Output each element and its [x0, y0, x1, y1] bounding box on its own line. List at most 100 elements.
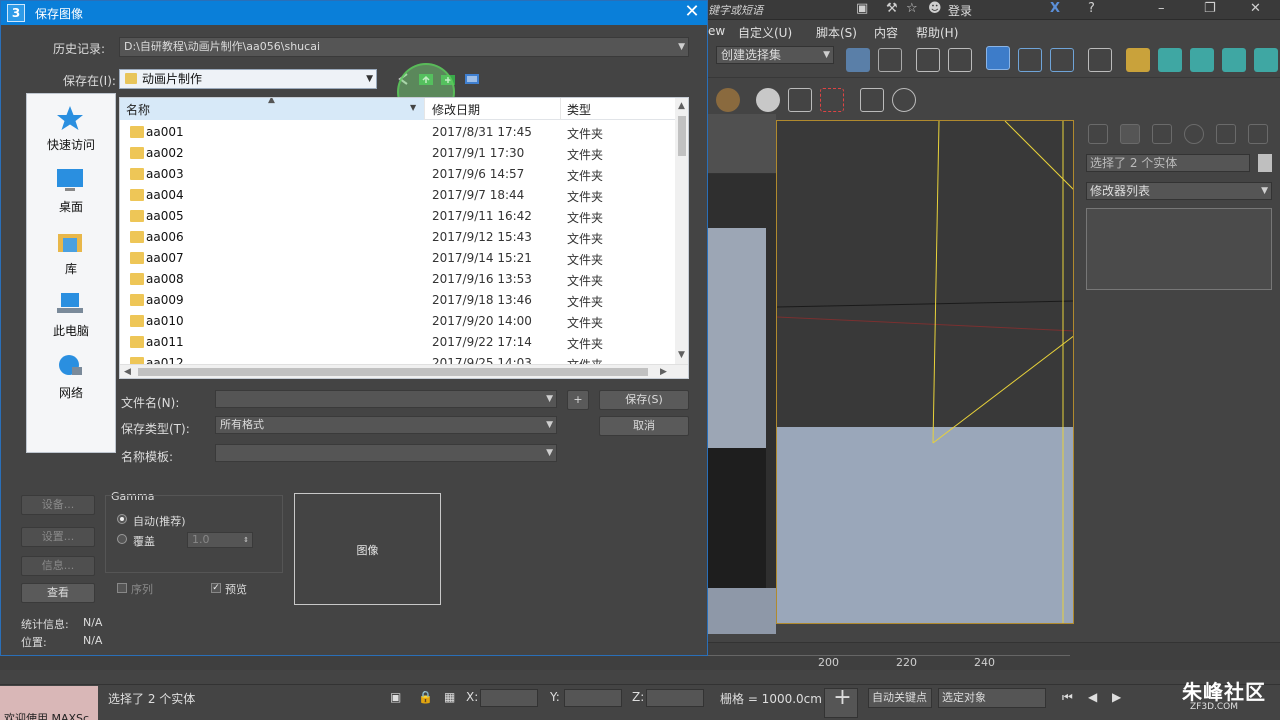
- template-dropdown[interactable]: ▼: [215, 444, 557, 462]
- file-row[interactable]: aa004 2017/9/7 18:44 文件夹: [120, 185, 675, 206]
- file-row[interactable]: aa008 2017/9/16 13:53 文件夹: [120, 269, 675, 290]
- save-in-dropdown[interactable]: 动画片制作 ▼: [119, 69, 377, 89]
- settings-button[interactable]: 设置...: [21, 527, 95, 547]
- info-button[interactable]: 信息...: [21, 556, 95, 576]
- binoculars-icon[interactable]: ▣: [856, 1, 868, 16]
- menu-item-content[interactable]: 内容: [874, 24, 898, 41]
- scroll-left-icon[interactable]: ◀: [124, 367, 131, 377]
- file-row[interactable]: aa001 2017/8/31 17:45 文件夹: [120, 122, 675, 143]
- file-row[interactable]: aa003 2017/9/6 14:57 文件夹: [120, 164, 675, 185]
- maximize-icon[interactable]: ❐: [1204, 1, 1216, 16]
- dialog-close-icon[interactable]: ✕: [677, 1, 707, 25]
- camera-icon[interactable]: [788, 88, 812, 112]
- cancel-button[interactable]: 取消: [599, 416, 689, 436]
- viewport-copy-icon[interactable]: [860, 88, 884, 112]
- gamma-override-radio[interactable]: [117, 534, 127, 544]
- view-menu-icon[interactable]: [463, 71, 481, 87]
- modify-tab-icon[interactable]: [1120, 124, 1140, 144]
- menu-item-script[interactable]: 脚本(S): [816, 24, 857, 41]
- gamma-override-spinner[interactable]: 1.0 ⇕: [187, 532, 253, 548]
- region-render-icon[interactable]: [820, 88, 844, 112]
- user-icon[interactable]: ☻: [928, 1, 942, 16]
- render-frame-window[interactable]: [706, 114, 776, 634]
- y-coord-input[interactable]: [564, 689, 622, 707]
- spinner-arrows-icon[interactable]: ⇕: [243, 533, 249, 547]
- file-row[interactable]: aa007 2017/9/14 15:21 文件夹: [120, 248, 675, 269]
- toggle-scene-explorer-icon[interactable]: [986, 46, 1010, 70]
- go-to-start-icon[interactable]: ⏮: [1062, 690, 1073, 705]
- sphere-icon[interactable]: [756, 88, 780, 112]
- scroll-thumb[interactable]: [678, 116, 686, 156]
- file-row[interactable]: aa010 2017/9/20 14:00 文件夹: [120, 311, 675, 332]
- align-icon[interactable]: [1050, 48, 1074, 72]
- tools-icon[interactable]: ⚒: [886, 1, 898, 16]
- display-tab-icon[interactable]: [1216, 124, 1236, 144]
- setup-button[interactable]: 设备...: [21, 495, 95, 515]
- absolute-mode-icon[interactable]: ▦: [444, 690, 455, 704]
- modifier-stack[interactable]: [1086, 208, 1272, 290]
- place-network[interactable]: 网络: [27, 348, 115, 404]
- isolate-icon[interactable]: ▣: [390, 690, 401, 704]
- material-sphere-icon[interactable]: [716, 88, 740, 112]
- scroll-down-icon[interactable]: ▼: [678, 350, 685, 360]
- menu-item-customize[interactable]: 自定义(U): [738, 24, 792, 41]
- perspective-viewport[interactable]: [776, 120, 1074, 624]
- z-coord-input[interactable]: [646, 689, 704, 707]
- layer-manager-icon[interactable]: [916, 48, 940, 72]
- chevron-down-icon[interactable]: ▼: [410, 103, 416, 112]
- add-time-tag-icon[interactable]: +: [824, 687, 858, 718]
- help-icon[interactable]: ?: [1088, 1, 1095, 16]
- render-iterative-icon[interactable]: [1222, 48, 1246, 72]
- curve-editor-icon[interactable]: [1018, 48, 1042, 72]
- scroll-right-icon[interactable]: ▶: [660, 367, 667, 377]
- layers-icon[interactable]: [948, 48, 972, 72]
- hierarchy-tab-icon[interactable]: [1152, 124, 1172, 144]
- minimize-icon[interactable]: –: [1158, 1, 1165, 16]
- selection-set-dropdown[interactable]: 创建选择集 ▼: [716, 46, 834, 64]
- render-cloud-icon[interactable]: [1254, 48, 1278, 72]
- history-dropdown[interactable]: D:\自研教程\动画片制作\aa056\shucai ▼: [119, 37, 689, 57]
- file-list[interactable]: 名称 ▲ ▼ 修改日期 类型 aa001 2017/8/31 17:45 文件夹 aa…: [119, 97, 689, 379]
- view-button[interactable]: 查看: [21, 583, 95, 603]
- place-this-pc[interactable]: 此电脑: [27, 286, 115, 342]
- file-row[interactable]: aa011 2017/9/22 17:14 文件夹: [120, 332, 675, 353]
- file-row[interactable]: aa005 2017/9/11 16:42 文件夹: [120, 206, 675, 227]
- file-row[interactable]: aa006 2017/9/12 15:43 文件夹: [120, 227, 675, 248]
- file-row[interactable]: aa002 2017/9/1 17:30 文件夹: [120, 143, 675, 164]
- add-filename-button[interactable]: +: [567, 390, 589, 410]
- rotate-icon[interactable]: [878, 48, 902, 72]
- filename-input[interactable]: ▼: [215, 390, 557, 408]
- motion-tab-icon[interactable]: [1184, 124, 1204, 144]
- login-label[interactable]: 登录: [948, 2, 972, 19]
- mirror-icon[interactable]: [846, 48, 870, 72]
- select-object-dropdown[interactable]: 选定对象: [938, 688, 1046, 708]
- render-frame-icon[interactable]: [1158, 48, 1182, 72]
- x-coord-input[interactable]: [480, 689, 538, 707]
- gamma-auto-radio[interactable]: [117, 514, 127, 524]
- column-separator[interactable]: [424, 98, 425, 120]
- maxscript-listener[interactable]: 欢迎使用 MAXSc: [0, 686, 98, 720]
- exchange-icon[interactable]: X: [1050, 1, 1060, 16]
- column-name[interactable]: 名称: [126, 101, 150, 118]
- star-icon[interactable]: ☆: [906, 1, 918, 16]
- column-separator[interactable]: [560, 98, 561, 120]
- play-icon[interactable]: ▶: [1112, 690, 1121, 704]
- close-icon[interactable]: ✕: [1250, 1, 1261, 16]
- place-library[interactable]: 库: [27, 224, 115, 280]
- save-button[interactable]: 保存(S): [599, 390, 689, 410]
- prev-frame-icon[interactable]: ◀: [1088, 690, 1097, 704]
- material-editor-icon[interactable]: [1088, 48, 1112, 72]
- vertical-scrollbar[interactable]: ▲ ▼: [675, 98, 688, 364]
- lock-icon[interactable]: 🔒: [418, 690, 433, 704]
- modifier-list-dropdown[interactable]: 修改器列表 ▼: [1086, 182, 1272, 200]
- scroll-up-icon[interactable]: ▲: [678, 101, 685, 111]
- create-tab-icon[interactable]: [1088, 124, 1108, 144]
- place-quick-access[interactable]: 快速访问: [27, 100, 115, 156]
- column-date[interactable]: 修改日期: [432, 101, 480, 118]
- column-type[interactable]: 类型: [567, 101, 591, 118]
- horizontal-scrollbar[interactable]: ◀ ▶: [120, 364, 688, 378]
- auto-key-button[interactable]: 自动关键点: [868, 688, 932, 708]
- place-desktop[interactable]: 桌面: [27, 162, 115, 218]
- render-setup-icon[interactable]: [1126, 48, 1150, 72]
- render-icon[interactable]: [1190, 48, 1214, 72]
